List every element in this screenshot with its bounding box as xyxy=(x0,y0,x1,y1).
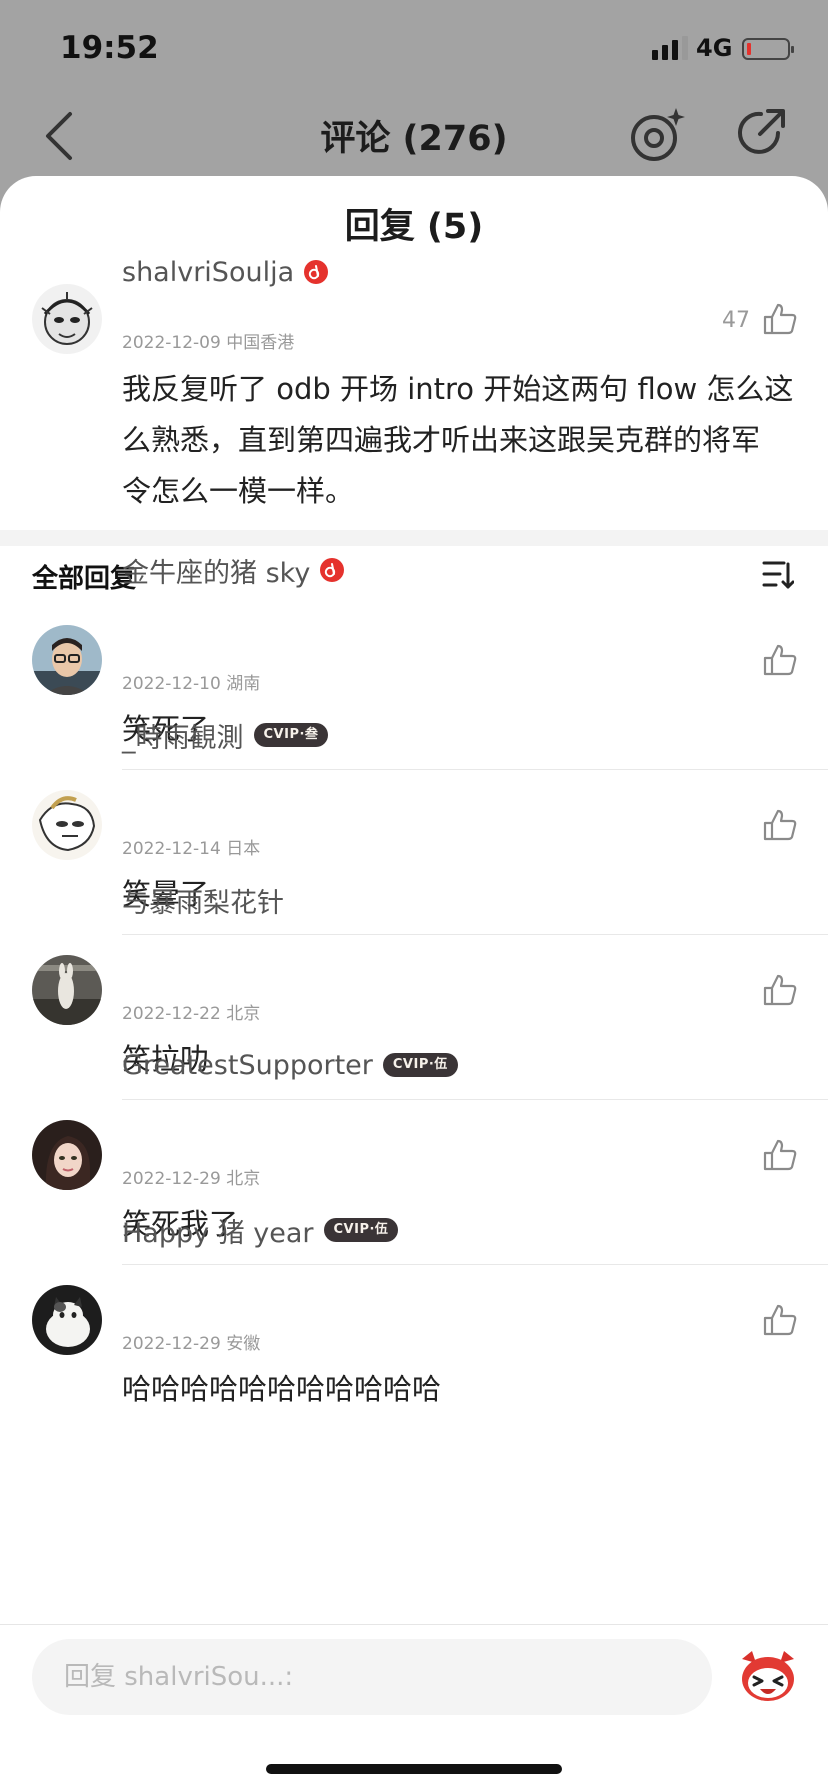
share-icon[interactable] xyxy=(734,106,788,160)
replies-header: 全部回复 xyxy=(32,564,137,594)
status-bar: 19:52 4G xyxy=(0,0,828,96)
reply-date-location: 2022-12-29 北京 xyxy=(122,1169,261,1189)
top-nav: 评论 (276) xyxy=(0,96,828,176)
page-title: 评论 (276) xyxy=(320,119,508,159)
thumbs-up-icon[interactable] xyxy=(762,1302,798,1338)
reply-username[interactable]: Happy 猪 year CVIP·伍 xyxy=(122,1212,399,1249)
reply-username[interactable]: 金牛座的猪 sky xyxy=(122,552,345,589)
sort-icon[interactable] xyxy=(762,560,794,590)
comment-username[interactable]: shalvriSoulja xyxy=(122,254,329,290)
thumbs-up-icon[interactable] xyxy=(762,1137,798,1173)
reply-date-location: 2022-12-14 日本 xyxy=(122,839,261,859)
reply-date-location: 2022-12-22 北京 xyxy=(122,1004,261,1024)
reply-date-location: 2022-12-10 湖南 xyxy=(122,674,261,694)
status-time: 19:52 xyxy=(60,30,159,66)
vip-badge: CVIP·伍 xyxy=(382,1053,458,1077)
avatar[interactable] xyxy=(32,625,102,695)
avatar[interactable] xyxy=(32,1120,102,1190)
like-count: 47 xyxy=(722,308,750,333)
signal-strength-icon xyxy=(652,36,688,60)
divider xyxy=(122,934,828,935)
vip-badge: CVIP·伍 xyxy=(323,1218,399,1242)
thumbs-up-icon[interactable] xyxy=(762,301,798,337)
divider xyxy=(122,1099,828,1100)
sheet-title: 回复 (5) xyxy=(344,207,484,247)
avatar[interactable] xyxy=(32,1285,102,1355)
reply-username[interactable]: 与暴雨梨花针 xyxy=(122,882,284,919)
section-divider xyxy=(0,530,828,546)
emoji-icon[interactable] xyxy=(736,1643,800,1707)
record-sparkle-icon[interactable] xyxy=(628,104,688,164)
avatar[interactable] xyxy=(32,284,102,354)
reply-username[interactable]: _時雨観測 CVIP·叁 xyxy=(122,717,329,754)
music-note-badge-icon xyxy=(304,260,329,284)
reply-username[interactable]: GreatestSupporter CVIP·伍 xyxy=(122,1047,458,1083)
comment-text: 我反复听了 odb 开场 intro 开始这两句 flow 怎么这 么熟悉，直到… xyxy=(122,372,794,508)
battery-icon xyxy=(742,38,794,60)
reply-date-location: 2022-12-29 安徽 xyxy=(122,1334,261,1354)
avatar[interactable] xyxy=(32,790,102,860)
thumbs-up-icon[interactable] xyxy=(762,642,798,678)
reply-sheet: 回复 (5) shalvriSoulja 2022-12-09 中国香港 47 xyxy=(0,176,828,1792)
music-note-badge-icon xyxy=(320,558,345,582)
home-indicator xyxy=(266,1764,562,1774)
comment-date-location: 2022-12-09 中国香港 xyxy=(122,333,295,353)
reply-text: 哈哈哈哈哈哈哈哈哈哈哈 xyxy=(122,1372,442,1406)
thumbs-up-icon[interactable] xyxy=(762,807,798,843)
thumbs-up-icon[interactable] xyxy=(762,972,798,1008)
divider xyxy=(122,1264,828,1265)
network-type: 4G xyxy=(696,34,733,62)
reply-input[interactable] xyxy=(32,1639,712,1715)
avatar[interactable] xyxy=(32,955,102,1025)
vip-badge: CVIP·叁 xyxy=(253,723,329,747)
divider xyxy=(122,769,828,770)
